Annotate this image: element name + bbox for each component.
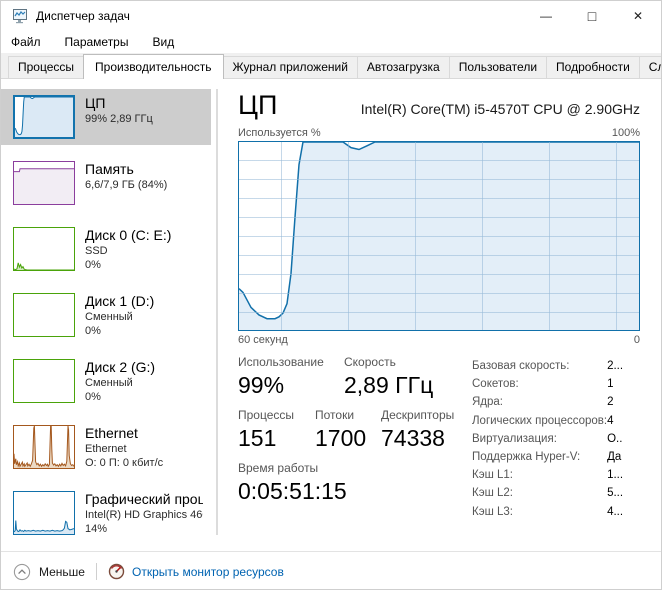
sidebar-disk2-type: Сменный <box>85 376 203 390</box>
tab-services[interactable]: Службы <box>639 56 662 78</box>
tab-users[interactable]: Пользователи <box>449 56 547 78</box>
performance-sidebar: ЦП 99% 2,89 ГГц Память 6,6/7,9 ГБ (84%) … <box>1 79 223 551</box>
disk1-mini-chart <box>13 293 75 337</box>
cpu-mini-chart <box>13 95 75 139</box>
window-title: Диспетчер задач <box>36 9 130 23</box>
graph-x-right-label: 0 <box>634 334 640 346</box>
processes-value: 151 <box>238 424 315 452</box>
cpu-pane-title: ЦП <box>238 89 277 121</box>
sidebar-gpu-usage: 14% <box>85 522 203 536</box>
detail-row-cache-l1: Кэш L1: 1... <box>472 466 653 484</box>
disk2-mini-chart <box>13 359 75 403</box>
chevron-up-circle-icon <box>13 563 31 581</box>
menubar: Файл Параметры Вид <box>1 31 661 53</box>
sidebar-scrollbar[interactable] <box>216 89 218 535</box>
footer-divider <box>96 563 97 580</box>
detail-row-logical-processors: Логических процессоров: 4 <box>472 412 653 430</box>
sidebar-disk2-title: Диск 2 (G:) <box>85 359 203 376</box>
detail-row-virtualization: Виртуализация: О.. <box>472 430 653 448</box>
speed-value: 2,89 ГГц <box>344 371 466 399</box>
sidebar-memory-title: Память <box>85 161 203 178</box>
tab-processes[interactable]: Процессы <box>8 56 84 78</box>
processes-label: Процессы <box>238 408 315 422</box>
sidebar-item-disk2[interactable]: Диск 2 (G:) Сменный 0% <box>1 353 211 409</box>
tab-app-history[interactable]: Журнал приложений <box>223 56 358 78</box>
cpu-usage-graph[interactable] <box>238 141 640 331</box>
tab-details[interactable]: Подробности <box>546 56 640 78</box>
sidebar-ethernet-title: Ethernet <box>85 425 203 442</box>
graph-x-left-label: 60 секунд <box>238 334 288 346</box>
sidebar-item-cpu[interactable]: ЦП 99% 2,89 ГГц <box>1 89 211 145</box>
cpu-detail-pane: ЦП Intel(R) Core(TM) i5-4570T CPU @ 2.90… <box>223 79 661 551</box>
sidebar-disk1-type: Сменный <box>85 310 203 324</box>
footer-bar: Меньше Открыть монитор ресурсов <box>1 551 661 590</box>
sidebar-ethernet-name: Ethernet <box>85 442 203 456</box>
sidebar-item-disk1[interactable]: Диск 1 (D:) Сменный 0% <box>1 287 211 343</box>
graph-y-max-label: 100% <box>612 127 640 139</box>
task-manager-app-icon <box>11 8 28 24</box>
open-resource-monitor-link[interactable]: Открыть монитор ресурсов <box>108 563 284 580</box>
resource-monitor-gauge-icon <box>108 563 125 580</box>
sidebar-item-ethernet[interactable]: Ethernet Ethernet О: 0 П: 0 кбит/с <box>1 419 211 475</box>
sidebar-memory-stats: 6,6/7,9 ГБ (84%) <box>85 178 203 192</box>
menu-file[interactable]: Файл <box>11 35 41 49</box>
sidebar-disk0-title: Диск 0 (C: E:) <box>85 227 203 244</box>
sidebar-disk1-usage: 0% <box>85 324 203 338</box>
cpu-model-name: Intel(R) Core(TM) i5-4570T CPU @ 2.90GHz <box>361 101 640 117</box>
detail-row-cache-l3: Кэш L3: 4... <box>472 503 653 521</box>
open-resource-monitor-label: Открыть монитор ресурсов <box>132 565 284 579</box>
maximize-button[interactable]: □ <box>569 1 615 31</box>
tabstrip: Процессы Производительность Журнал прило… <box>1 53 661 79</box>
fewer-details-button[interactable]: Меньше <box>13 563 85 581</box>
detail-row-base-speed: Базовая скорость: 2... <box>472 357 653 375</box>
ethernet-mini-chart <box>13 425 75 469</box>
fewer-details-label: Меньше <box>39 565 85 579</box>
sidebar-gpu-name: Intel(R) HD Graphics 4600 <box>85 508 203 522</box>
disk0-mini-chart <box>13 227 75 271</box>
sidebar-cpu-stats: 99% 2,89 ГГц <box>85 112 203 126</box>
gpu-mini-chart <box>13 491 75 535</box>
threads-label: Потоки <box>315 408 381 422</box>
uptime-value: 0:05:51:15 <box>238 477 466 505</box>
detail-row-cache-l2: Кэш L2: 5... <box>472 484 653 502</box>
cpu-stats-block: Использование Скорость 99% 2,89 ГГц Проц… <box>238 355 640 521</box>
minimize-button[interactable]: — <box>523 1 569 31</box>
sidebar-item-gpu[interactable]: Графический процессор 0 Intel(R) HD Grap… <box>1 485 211 541</box>
memory-mini-chart <box>13 161 75 205</box>
cpu-details-list: Базовая скорость: 2... Сокетов: 1 Ядра: … <box>472 355 653 521</box>
detail-row-sockets: Сокетов: 1 <box>472 375 653 393</box>
sidebar-item-disk0[interactable]: Диск 0 (C: E:) SSD 0% <box>1 221 211 277</box>
sidebar-disk1-title: Диск 1 (D:) <box>85 293 203 310</box>
sidebar-ethernet-throughput: О: 0 П: 0 кбит/с <box>85 456 203 470</box>
sidebar-gpu-title: Графический процессор 0 <box>85 491 203 508</box>
usage-label: Использование <box>238 355 344 369</box>
menu-view[interactable]: Вид <box>152 35 174 49</box>
menu-options[interactable]: Параметры <box>65 35 129 49</box>
titlebar: Диспетчер задач — □ ✕ <box>1 1 661 31</box>
usage-value: 99% <box>238 371 344 399</box>
threads-value: 1700 <box>315 424 381 452</box>
speed-label: Скорость <box>344 355 466 369</box>
window-controls: — □ ✕ <box>523 1 661 31</box>
tab-startup[interactable]: Автозагрузка <box>357 56 450 78</box>
tab-performance[interactable]: Производительность <box>83 54 223 79</box>
task-manager-window: Диспетчер задач — □ ✕ Файл Параметры Вид… <box>0 0 662 590</box>
sidebar-disk0-usage: 0% <box>85 258 203 272</box>
sidebar-item-memory[interactable]: Память 6,6/7,9 ГБ (84%) <box>1 155 211 211</box>
uptime-label: Время работы <box>238 461 466 475</box>
graph-y-axis-label: Используется % <box>238 127 321 139</box>
performance-content: ЦП 99% 2,89 ГГц Память 6,6/7,9 ГБ (84%) … <box>1 79 661 551</box>
close-button[interactable]: ✕ <box>615 1 661 31</box>
sidebar-disk0-type: SSD <box>85 244 203 258</box>
handles-value: 74338 <box>381 424 466 452</box>
handles-label: Дескрипторы <box>381 408 466 422</box>
sidebar-disk2-usage: 0% <box>85 390 203 404</box>
detail-row-cores: Ядра: 2 <box>472 393 653 411</box>
detail-row-hyper-v: Поддержка Hyper-V: Да <box>472 448 653 466</box>
sidebar-cpu-title: ЦП <box>85 95 203 112</box>
